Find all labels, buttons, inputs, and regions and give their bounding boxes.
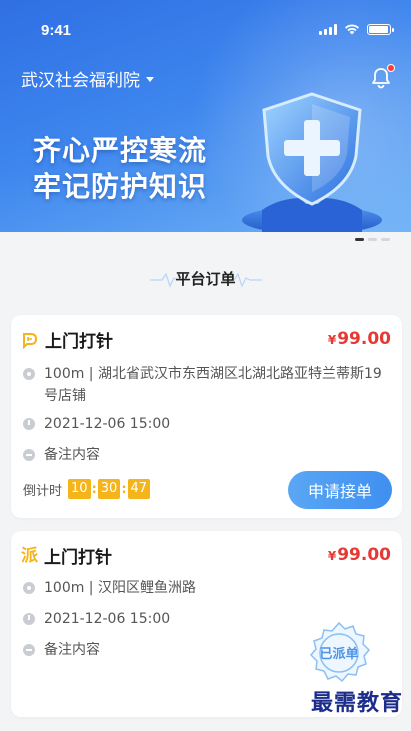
- status-time: 9:41: [41, 22, 72, 39]
- section-title: 平台订单: [175, 270, 236, 288]
- order-address: 100m | 汉阳区鲤鱼洲路: [44, 580, 196, 596]
- carousel-indicator: [355, 238, 390, 241]
- carousel-dot-active[interactable]: [355, 238, 364, 241]
- carousel-dot[interactable]: [381, 238, 390, 241]
- carousel-dot[interactable]: [368, 238, 377, 241]
- order-time: 2021-12-06 15:00: [44, 416, 171, 432]
- note-icon: [23, 644, 35, 656]
- dispatch-icon: 派: [21, 545, 38, 566]
- dispatched-stamp: 已派单: [307, 621, 371, 685]
- status-bar: 9:41: [0, 0, 411, 56]
- notification-badge: [387, 64, 395, 72]
- org-name: 武汉社会福利院: [21, 71, 140, 91]
- order-price: ¥99.00: [328, 545, 391, 565]
- chevron-down-icon: [146, 77, 154, 82]
- signal-icon: [319, 23, 337, 35]
- grab-order-icon: [23, 332, 38, 349]
- countdown: 倒计时 10 : 30 : 47: [23, 479, 151, 499]
- order-note: 备注内容: [44, 447, 100, 463]
- battery-icon: [367, 23, 394, 35]
- currency-symbol: ¥: [327, 549, 337, 563]
- note-icon: [23, 449, 35, 461]
- price-value: 99.00: [337, 329, 391, 349]
- order-note-row: 备注内容: [23, 444, 389, 466]
- order-card[interactable]: 上门打针 ¥99.00 100m | 湖北省武汉市东西湖区北湖北路亚特兰蒂斯19…: [11, 315, 402, 518]
- banner-slogan: 齐心严控寒流 牢记防护知识: [33, 133, 207, 205]
- location-icon: [23, 582, 35, 594]
- medical-shield-illustration: [242, 92, 382, 232]
- order-title-row: 上门打针: [21, 327, 113, 352]
- wifi-icon: [345, 24, 359, 35]
- currency-symbol: ¥: [327, 333, 337, 347]
- location-icon: [23, 368, 35, 380]
- countdown-label: 倒计时: [23, 483, 63, 499]
- clock-icon: [23, 613, 35, 625]
- order-address-row: 100m | 湖北省武汉市东西湖区北湖北路亚特兰蒂斯19号店铺: [23, 363, 389, 407]
- org-selector[interactable]: 武汉社会福利院: [21, 66, 154, 91]
- countdown-minutes: 30: [97, 479, 121, 499]
- watermark-logo: 最需教育: [310, 690, 403, 716]
- status-icons: [319, 23, 394, 35]
- order-address: 100m | 湖北省武汉市东西湖区北湖北路亚特兰蒂斯19号店铺: [44, 366, 382, 404]
- order-title: 上门打针: [45, 332, 113, 352]
- order-address-row: 100m | 汉阳区鲤鱼洲路: [23, 577, 389, 599]
- apply-accept-order-button[interactable]: 申请接单: [288, 471, 392, 509]
- price-value: 99.00: [337, 545, 391, 565]
- banner-line-2: 牢记防护知识: [33, 170, 208, 203]
- order-price: ¥99.00: [328, 329, 391, 349]
- section-header: 平台订单: [0, 262, 411, 292]
- order-title-row: 派 上门打针: [21, 543, 112, 569]
- order-time-row: 2021-12-06 15:00: [23, 413, 389, 435]
- countdown-hours: 10: [68, 479, 91, 499]
- banner-line-1: 齐心严控寒流: [33, 134, 208, 167]
- stamp-label: 已派单: [319, 647, 359, 662]
- order-title: 上门打针: [44, 548, 112, 568]
- header-banner: 9:41 武汉社会福利院 齐心严控寒流 牢记防护知识: [0, 0, 411, 232]
- clock-icon: [23, 418, 35, 430]
- countdown-seconds: 47: [127, 479, 151, 499]
